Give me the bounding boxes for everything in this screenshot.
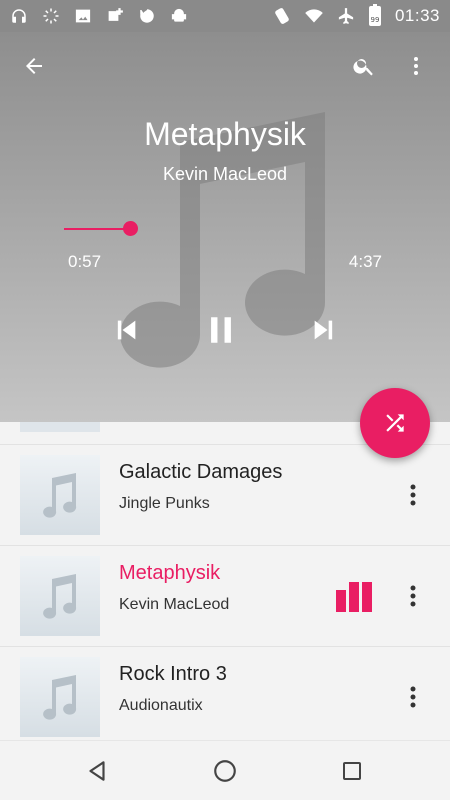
track-artist: Jingle Punks bbox=[119, 495, 210, 512]
image-icon bbox=[74, 7, 92, 25]
system-navigation-bar bbox=[0, 740, 450, 800]
playlist: Galactic Damages Jingle Punks Metaphysik… bbox=[0, 422, 450, 740]
status-bar: 99 01:33 bbox=[0, 0, 450, 32]
more-vert-icon bbox=[410, 686, 416, 708]
album-art-placeholder bbox=[20, 455, 100, 535]
search-button[interactable] bbox=[342, 44, 386, 88]
now-playing-title: Metaphysik bbox=[144, 116, 306, 152]
nav-back-button[interactable] bbox=[75, 749, 119, 793]
now-playing-header: Metaphysik Kevin MacLeod 0:57 4:37 bbox=[0, 32, 450, 422]
search-icon bbox=[353, 59, 373, 76]
album-art-placeholder bbox=[20, 657, 100, 737]
status-time: 01:33 bbox=[394, 6, 440, 25]
square-recents-icon bbox=[343, 762, 361, 780]
previous-item-thumbnail bbox=[20, 422, 100, 432]
nav-recents-button[interactable] bbox=[330, 749, 374, 793]
overflow-menu-button[interactable] bbox=[394, 44, 438, 88]
back-button[interactable] bbox=[12, 44, 56, 88]
seek-bar-thumb[interactable] bbox=[123, 221, 138, 236]
wifi-icon bbox=[305, 7, 323, 25]
airplane-icon bbox=[337, 7, 355, 25]
now-playing-equalizer-icon bbox=[336, 582, 372, 612]
elapsed-time: 0:57 bbox=[68, 252, 102, 271]
total-time: 4:37 bbox=[348, 252, 382, 271]
sync-add-icon bbox=[106, 7, 124, 25]
shuffle-button[interactable] bbox=[360, 388, 430, 458]
previous-track-button[interactable] bbox=[104, 308, 148, 352]
item-menu-button[interactable] bbox=[398, 473, 428, 517]
shuffle-icon bbox=[386, 414, 404, 432]
triangle-back-icon bbox=[89, 761, 105, 781]
item-menu-button[interactable] bbox=[398, 574, 428, 618]
list-item-active[interactable]: Metaphysik Kevin MacLeod bbox=[0, 545, 450, 645]
more-vert-icon bbox=[414, 57, 418, 75]
music-note-icon bbox=[43, 675, 77, 720]
seek-bar-progress bbox=[64, 228, 130, 230]
album-art-placeholder bbox=[20, 556, 100, 636]
more-vert-icon bbox=[410, 484, 416, 506]
list-item[interactable]: Galactic Damages Jingle Punks bbox=[0, 444, 450, 544]
skip-previous-icon bbox=[117, 320, 136, 340]
track-artist: Audionautix bbox=[119, 697, 203, 714]
music-note-icon bbox=[43, 473, 77, 518]
battery-icon: 99 bbox=[368, 4, 381, 26]
player-toolbar bbox=[0, 32, 450, 100]
pause-icon bbox=[211, 317, 231, 343]
playback-controls bbox=[0, 308, 450, 352]
track-artist: Kevin MacLeod bbox=[119, 596, 230, 613]
cloud-sync-icon bbox=[138, 7, 156, 25]
circle-home-icon bbox=[214, 760, 236, 782]
pause-button[interactable] bbox=[199, 308, 243, 352]
music-note-icon bbox=[43, 574, 77, 619]
arrow-back-icon bbox=[26, 58, 42, 74]
next-track-button[interactable] bbox=[302, 308, 346, 352]
skip-next-icon bbox=[314, 320, 333, 340]
android-icon bbox=[170, 7, 188, 25]
headphones-icon bbox=[10, 7, 28, 25]
rotate-icon bbox=[273, 7, 291, 25]
now-playing-artist: Kevin MacLeod bbox=[162, 164, 288, 184]
battery-level: 99 bbox=[370, 16, 380, 24]
track-title: Galactic Damages bbox=[119, 461, 283, 483]
music-player-screen: 99 01:33 Metaphysik Kevin MacLeod 0:57 4… bbox=[0, 0, 450, 800]
track-title: Rock Intro 3 bbox=[119, 663, 227, 685]
loading-icon bbox=[42, 7, 60, 25]
nav-home-button[interactable] bbox=[203, 749, 247, 793]
more-vert-icon bbox=[410, 585, 416, 607]
item-menu-button[interactable] bbox=[398, 675, 428, 719]
track-title: Metaphysik bbox=[119, 562, 221, 584]
list-item[interactable]: Rock Intro 3 Audionautix bbox=[0, 646, 450, 740]
